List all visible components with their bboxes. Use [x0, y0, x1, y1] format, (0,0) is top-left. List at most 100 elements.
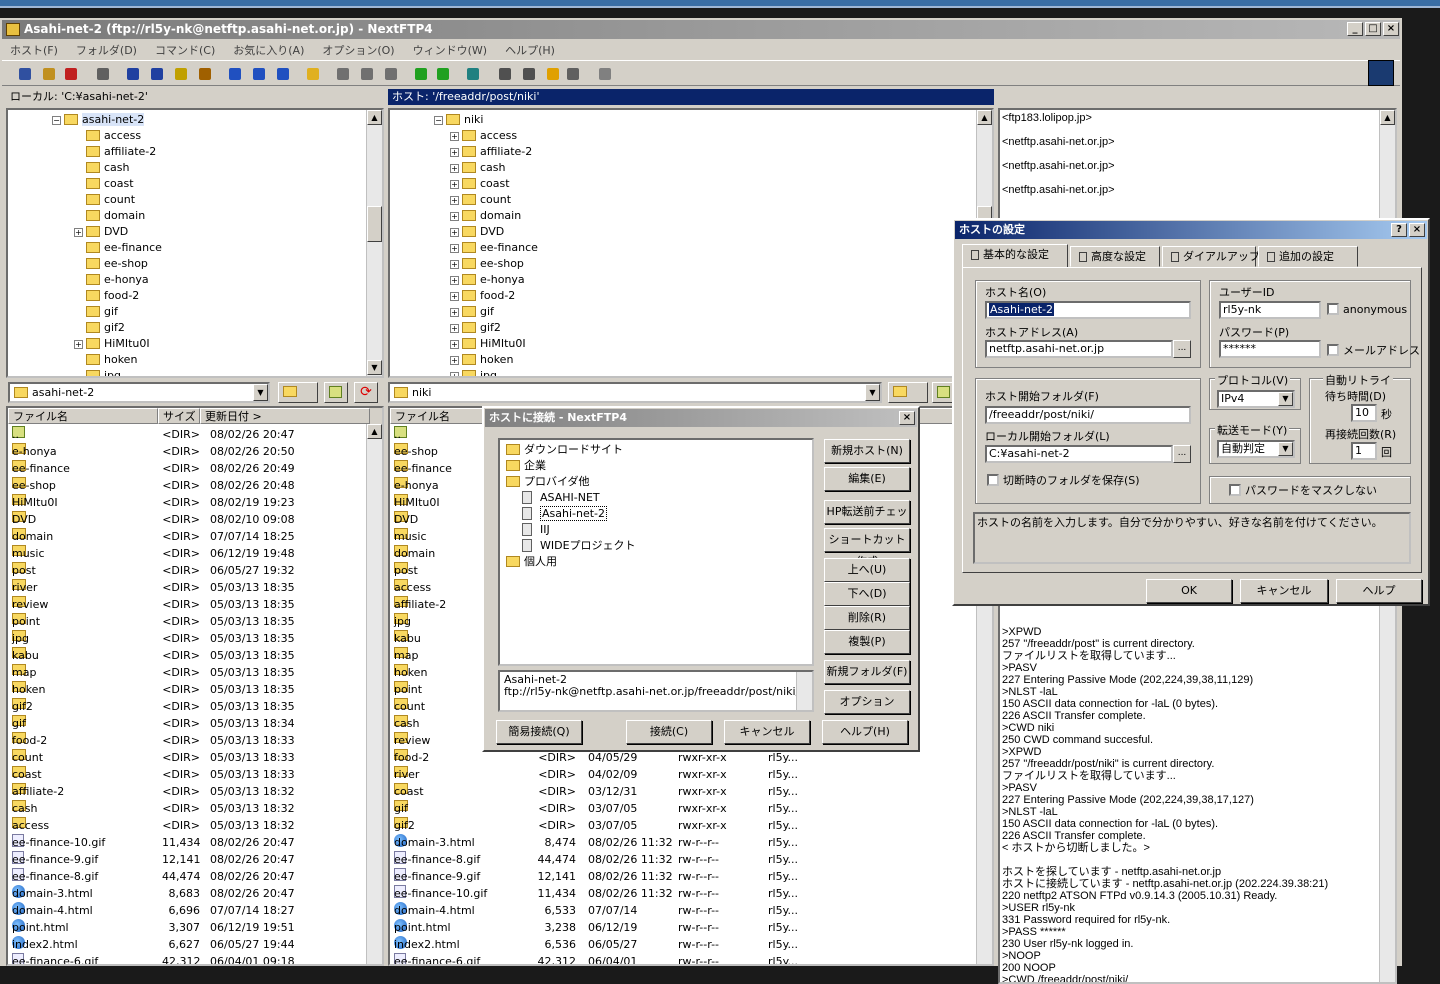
tree-root[interactable]: − niki: [434, 112, 483, 128]
scroll-up-icon[interactable]: ▲: [367, 110, 382, 125]
table-row[interactable]: jpg <DIR> 05/03/13 18:35: [12, 630, 366, 647]
host-tree-item[interactable]: WIDEプロジェクト: [522, 538, 636, 554]
scroll-down-icon[interactable]: ▼: [367, 360, 382, 375]
connect-side-button[interactable]: 下へ(D): [824, 582, 910, 606]
expand-icon[interactable]: +: [450, 131, 459, 141]
tree-item[interactable]: + HiMItu0I: [450, 336, 526, 352]
toolbar-button-17[interactable]: [464, 65, 482, 83]
tree-item[interactable]: +ee-finance: [74, 240, 162, 256]
table-row[interactable]: ee-finance-8.gif 44,474 08/02/26 11:32 rw-r…: [394, 851, 978, 868]
host-tree-item[interactable]: ダウンロードサイト: [506, 442, 623, 458]
tree-item[interactable]: +count: [74, 192, 135, 208]
menu-help[interactable]: ヘルプ(H): [497, 40, 565, 58]
expand-icon[interactable]: +: [450, 355, 459, 365]
tree-item[interactable]: +count: [450, 192, 511, 208]
connect-side-button[interactable]: オプション: [824, 690, 910, 714]
toolbar-button-6[interactable]: [172, 65, 190, 83]
connect-side-button[interactable]: 編集(E): [824, 467, 910, 491]
tree-item[interactable]: + ee-shop: [450, 256, 524, 272]
save-folder-checkbox[interactable]: 切断時のフォルダを保存(S): [987, 472, 1140, 488]
tree-item[interactable]: + access: [450, 128, 517, 144]
toolbar-button-2[interactable]: [62, 65, 80, 83]
table-row[interactable]: ee-finance-9.gif 12,141 08/02/26 20:47: [12, 851, 366, 868]
toolbar-button-21[interactable]: [564, 65, 582, 83]
table-row[interactable]: kabu <DIR> 05/03/13 18:35: [12, 647, 366, 664]
table-row[interactable]: domain <DIR> 07/07/14 18:25: [12, 528, 366, 545]
mail-checkbox[interactable]: メールアドレス: [1327, 342, 1420, 358]
host-tree-item[interactable]: プロバイダ他: [506, 474, 590, 490]
host-tree-item[interactable]: ASAHI-NET: [522, 490, 600, 506]
table-row[interactable]: gif <DIR> 03/07/05 rwxr-xr-x rl5y...: [394, 800, 978, 817]
expand-icon[interactable]: +: [74, 227, 83, 237]
tree-scrollbar[interactable]: ▲▼: [366, 110, 382, 376]
table-row[interactable]: index2.html 6,536 06/05/27 rw-r--r-- rl5y...: [394, 936, 978, 953]
connect-side-button[interactable]: 複製(P): [824, 630, 910, 654]
table-row[interactable]: post <DIR> 06/05/27 19:32: [12, 562, 366, 579]
table-row[interactable]: ee-finance <DIR> 08/02/26 20:49: [12, 460, 366, 477]
table-row[interactable]: food-2 <DIR> 05/03/13 18:33: [12, 732, 366, 749]
tree-root[interactable]: − asahi-net-2: [52, 112, 145, 128]
wait-time-input[interactable]: 10: [1351, 404, 1377, 422]
tree-item[interactable]: +jpg: [74, 368, 121, 376]
chevron-down-icon[interactable]: ▼: [1278, 392, 1293, 406]
toolbar-button-15[interactable]: [412, 65, 430, 83]
toolbar-button-19[interactable]: [520, 65, 538, 83]
table-row[interactable]: river <DIR> 05/03/13 18:35: [12, 579, 366, 596]
table-row[interactable]: gif2 <DIR> 05/03/13 18:35: [12, 698, 366, 715]
table-row[interactable]: cash <DIR> 05/03/13 18:32: [12, 800, 366, 817]
host-tree-item[interactable]: 個人用: [506, 554, 557, 570]
expand-icon[interactable]: +: [450, 307, 459, 317]
expand-icon[interactable]: +: [450, 227, 459, 237]
user-id-input[interactable]: rl5y-nk: [1219, 301, 1321, 319]
close-button[interactable]: ×: [1383, 22, 1399, 36]
column-size[interactable]: サイズ: [158, 408, 200, 424]
browse-button[interactable]: ...: [1173, 340, 1191, 358]
ok-button[interactable]: OK: [1146, 579, 1232, 603]
expand-icon[interactable]: +: [74, 339, 83, 349]
table-row[interactable]: coast <DIR> 05/03/13 18:33: [12, 766, 366, 783]
table-row[interactable]: count <DIR> 05/03/13 18:33: [12, 749, 366, 766]
tree-item[interactable]: +coast: [74, 176, 134, 192]
retry-count-input[interactable]: 1: [1351, 442, 1377, 460]
browse-button[interactable]: ...: [1173, 445, 1191, 463]
settings-tab[interactable]: ダイアルアップ: [1162, 246, 1260, 267]
local-folder-tree[interactable]: −asahi-net-2+access+affiliate-2+cash+coa…: [6, 108, 384, 378]
toolbar-button-14[interactable]: [382, 65, 400, 83]
help-text-button[interactable]: ヘルプ: [1336, 579, 1422, 603]
table-row[interactable]: ee-finance-6.gif 42,312 06/04/01 rw-r--r-- r…: [394, 953, 978, 964]
connect-bottom-button[interactable]: キャンセル: [724, 720, 810, 744]
column-date[interactable]: 更新日付 >: [200, 408, 370, 424]
help-button[interactable]: ?: [1391, 223, 1407, 237]
menu-options[interactable]: オプション(O): [314, 40, 404, 58]
transfer-mode-select[interactable]: 自動判定 ▼: [1217, 440, 1295, 458]
host-name-input[interactable]: Asahi-net-2: [985, 301, 1191, 319]
table-row[interactable]: ee-finance-9.gif 12,141 08/02/26 11:32 rw-r…: [394, 868, 978, 885]
tree-item[interactable]: +ee-finance: [450, 240, 538, 256]
tree-item[interactable]: +gif: [450, 304, 494, 320]
tree-item[interactable]: + gif2: [450, 320, 501, 336]
table-row[interactable]: hoken <DIR> 05/03/13 18:35: [12, 681, 366, 698]
menu-folder[interactable]: フォルダ(D): [68, 40, 147, 58]
scroll-up-icon[interactable]: ▲: [1380, 110, 1395, 125]
menu-favorites[interactable]: お気に入り(A): [225, 40, 314, 58]
tree-item[interactable]: + affiliate-2: [450, 144, 532, 160]
table-row[interactable]: ee-finance-10.gif 11,434 08/02/26 11:32 rw-…: [394, 885, 978, 902]
tree-item[interactable]: +cash: [74, 160, 130, 176]
settings-close-button[interactable]: ×: [1409, 223, 1425, 237]
table-row[interactable]: music <DIR> 06/12/19 19:48: [12, 545, 366, 562]
expand-icon[interactable]: +: [450, 291, 459, 301]
table-row[interactable]: access <DIR> 05/03/13 18:32: [12, 817, 366, 834]
tree-item[interactable]: + DVD: [74, 224, 128, 240]
tree-item[interactable]: + e-honya: [450, 272, 525, 288]
menu-host[interactable]: ホスト(F): [2, 40, 68, 58]
menu-window[interactable]: ウィンドウ(W): [405, 40, 497, 58]
info-scrollbar[interactable]: [796, 672, 812, 710]
host-tree-item[interactable]: IIJ: [522, 522, 550, 538]
chevron-down-icon[interactable]: ▼: [253, 384, 268, 401]
tree-item[interactable]: + domain: [450, 208, 521, 224]
scroll-up-icon[interactable]: ▲: [367, 424, 382, 439]
expand-icon[interactable]: +: [450, 211, 459, 221]
tree-item[interactable]: +gif: [74, 304, 118, 320]
protocol-select[interactable]: IPv4 ▼: [1217, 390, 1295, 408]
expand-icon[interactable]: +: [450, 195, 459, 205]
